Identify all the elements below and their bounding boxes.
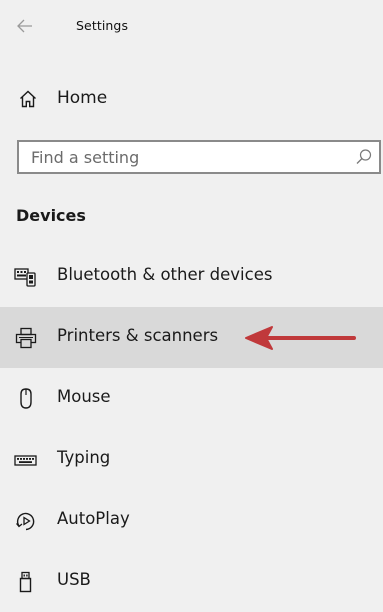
- printer-icon: [14, 326, 38, 350]
- home-label: Home: [57, 88, 108, 108]
- nav-item-typing[interactable]: Typing: [0, 429, 383, 490]
- autoplay-icon: [14, 509, 38, 533]
- mouse-icon: [14, 387, 38, 411]
- nav-item-bluetooth[interactable]: Bluetooth & other devices: [0, 246, 383, 307]
- window-title: Settings: [76, 18, 129, 33]
- home-nav-item[interactable]: Home: [0, 78, 383, 120]
- back-button[interactable]: [14, 15, 36, 37]
- nav-item-label: AutoPlay: [57, 509, 130, 528]
- search-input[interactable]: [31, 146, 331, 168]
- keyboard-icon: [14, 448, 38, 472]
- settings-window: Settings Home Devices: [0, 0, 383, 607]
- nav-item-label: Bluetooth & other devices: [57, 265, 273, 284]
- nav-item-label: Printers & scanners: [57, 326, 219, 345]
- nav-item-label: Typing: [57, 448, 111, 467]
- home-icon: [18, 89, 38, 109]
- nav-item-usb[interactable]: USB: [0, 551, 383, 612]
- nav-item-mouse[interactable]: Mouse: [0, 368, 383, 429]
- title-bar: Settings: [0, 0, 383, 52]
- section-heading: Devices: [16, 206, 86, 225]
- search-box[interactable]: [17, 140, 381, 174]
- bluetooth-devices-icon: [14, 265, 38, 289]
- annotation-arrow-icon: [245, 326, 356, 350]
- search-icon[interactable]: [355, 148, 373, 166]
- back-arrow-icon: [17, 19, 32, 33]
- nav-item-autoplay[interactable]: AutoPlay: [0, 490, 383, 551]
- nav-item-label: USB: [57, 570, 91, 589]
- nav-item-label: Mouse: [57, 387, 111, 406]
- usb-icon: [14, 570, 38, 594]
